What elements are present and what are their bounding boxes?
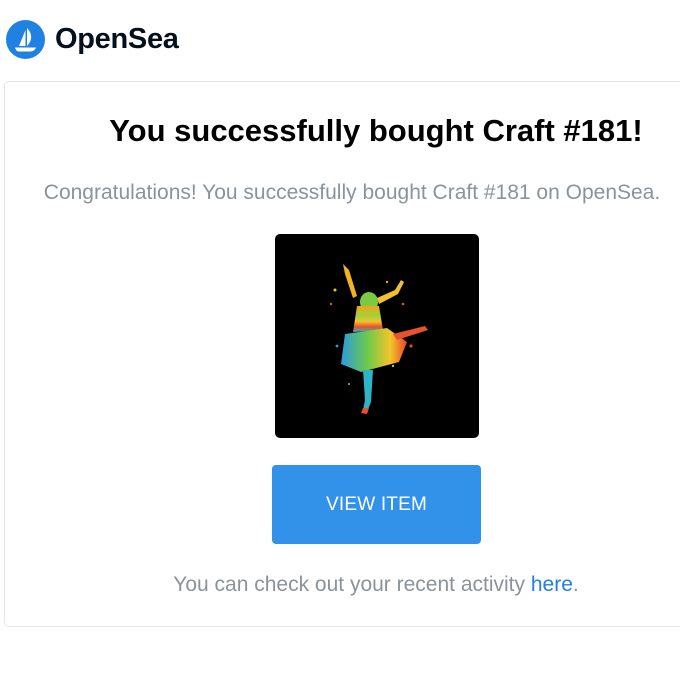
dancer-artwork bbox=[329, 264, 428, 414]
here-link[interactable]: here bbox=[531, 573, 573, 596]
page-title: You successfully bought Craft #181! bbox=[109, 113, 643, 148]
email-header: OpenSea bbox=[6, 18, 179, 60]
footer-prefix: You can check out your recent activity bbox=[173, 573, 531, 596]
nft-image[interactable] bbox=[275, 234, 479, 438]
brand-name: OpenSea bbox=[55, 22, 179, 55]
view-item-button[interactable]: VIEW ITEM bbox=[272, 465, 481, 544]
footer-suffix: . bbox=[572, 573, 579, 596]
recent-activity-text: You can check out your recent activity h… bbox=[0, 573, 680, 597]
congratulations-text: Congratulations! You successfully bought… bbox=[43, 181, 661, 204]
opensea-logo-icon[interactable] bbox=[6, 19, 45, 59]
